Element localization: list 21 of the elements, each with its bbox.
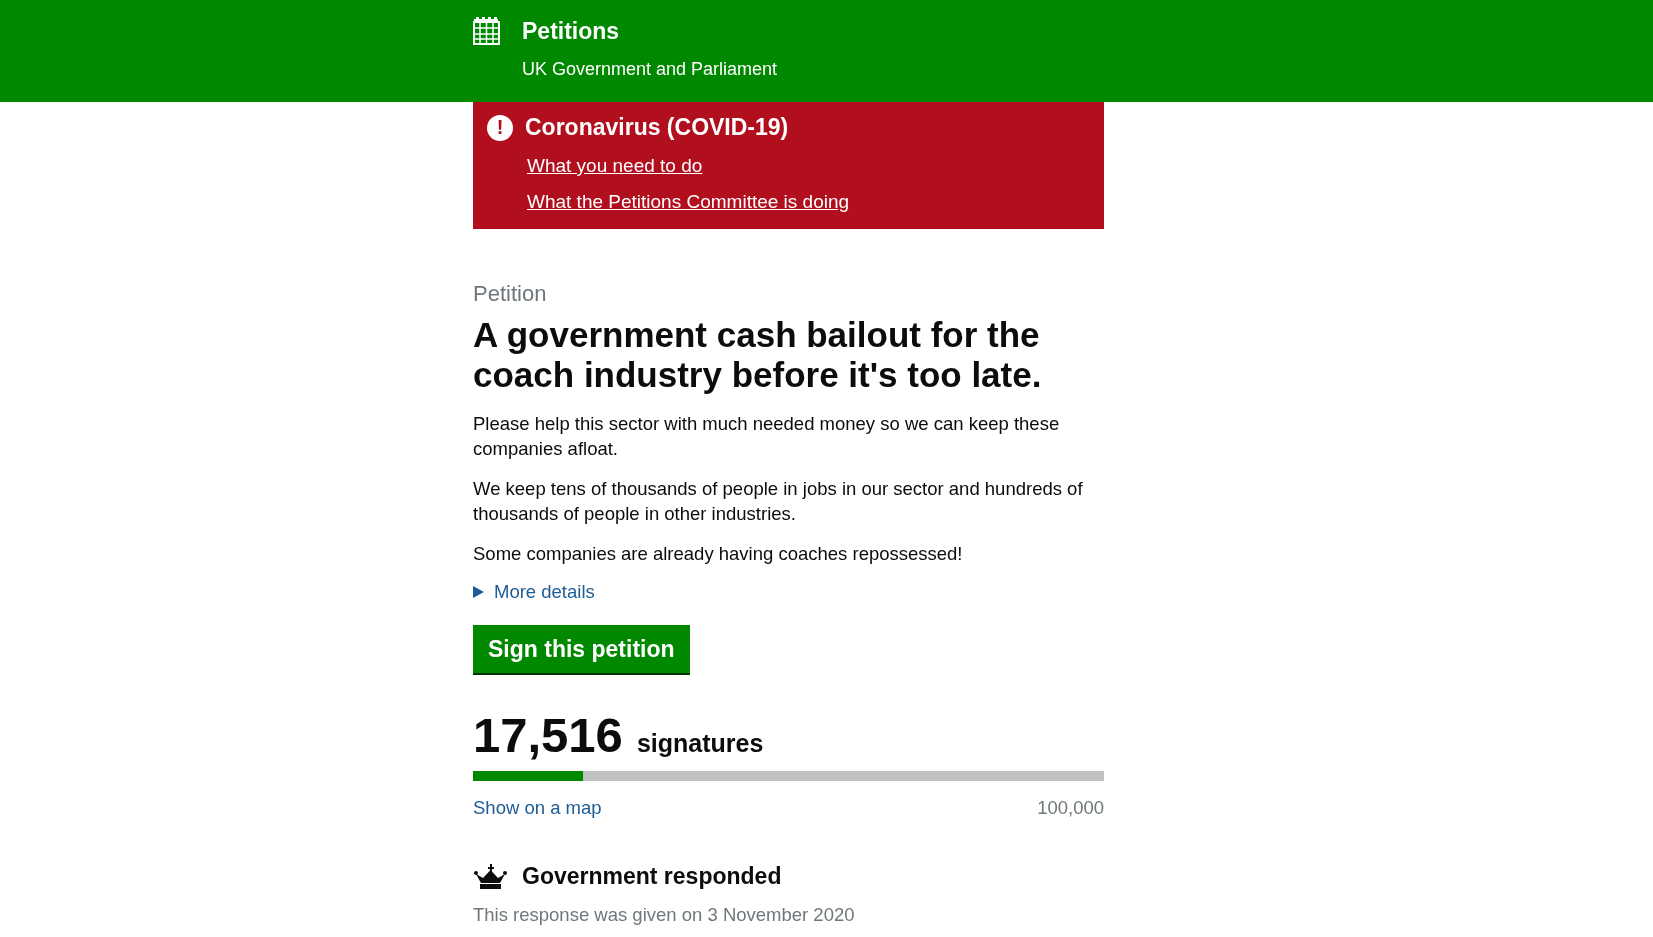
site-subtitle: UK Government and Parliament [522,59,778,80]
response-title: Government responded [522,863,782,890]
petition-paragraph: We keep tens of thousands of people in jobs in our sector and hundreds of thousands of people in other industries. [473,477,1084,526]
more-details-toggle[interactable]: More details [473,581,595,603]
sign-button[interactable]: Sign this petition [473,625,690,673]
alert-title: Coronavirus (COVID-19) [525,114,789,141]
site-title[interactable]: Petitions [522,14,778,48]
petition-paragraph: Some companies are already having coaches repossessed! [473,542,964,566]
caret-right-icon [473,586,484,598]
crown-icon [473,863,508,890]
map-link[interactable]: Show on a map [473,797,602,819]
warning-icon: ! [487,114,513,141]
alert-link[interactable]: What you need to do [527,155,703,177]
signature-count: 17,516 [473,707,623,763]
signature-label: signatures [636,729,764,758]
petition-paragraph: Please help this sector with much needed money so we can keep these companies afloat. [473,412,1061,461]
response-note: This response was given on 3 November 2020 [473,904,856,926]
signature-target: 100,000 [1037,797,1104,819]
petition-title: A government cash bailout for the coach industry before it's too late. [473,315,1043,395]
petition-label: Petition [473,281,548,307]
alert-link[interactable]: What the Petitions Committee is doing [527,191,850,213]
